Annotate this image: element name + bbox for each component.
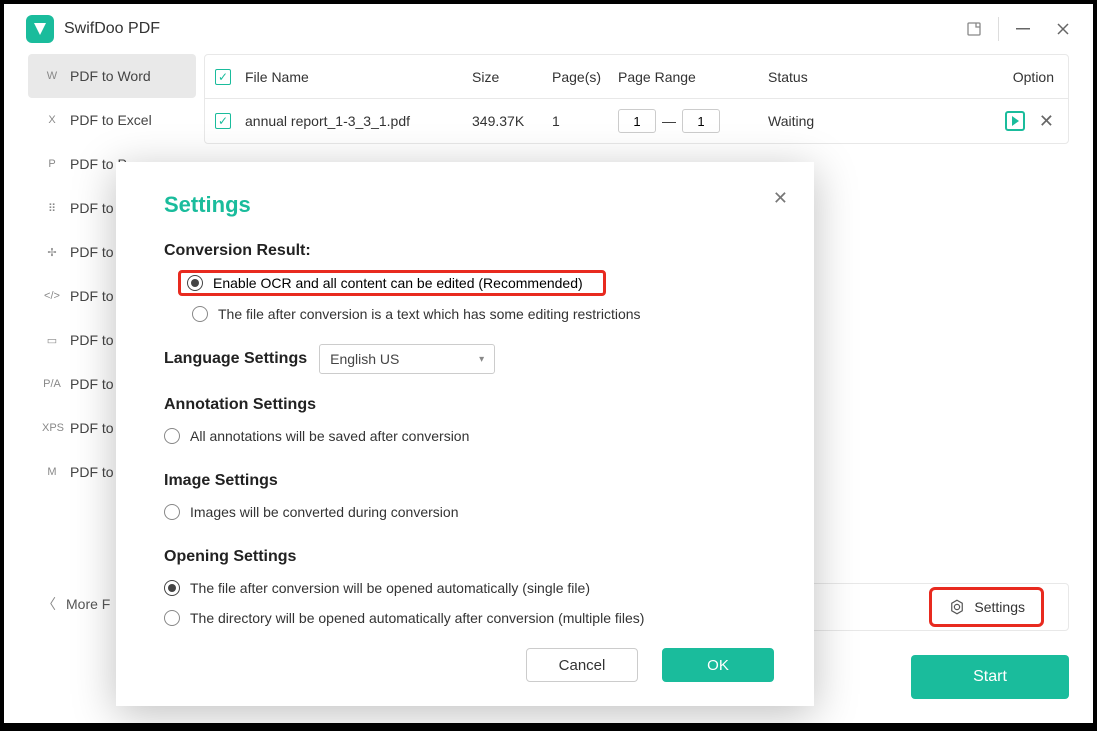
- format-icon: W: [42, 70, 62, 82]
- image-option[interactable]: Images will be converted during conversi…: [164, 500, 766, 524]
- more-label: More F: [66, 596, 110, 612]
- select-all-checkbox[interactable]: ✓: [215, 69, 231, 85]
- header-option: Option: [978, 69, 1068, 85]
- annotation-heading: Annotation Settings: [164, 396, 766, 414]
- header-range: Page Range: [618, 69, 748, 85]
- option-label: Enable OCR and all content can be edited…: [213, 275, 583, 291]
- header-status: Status: [748, 69, 978, 85]
- radio-icon: [164, 428, 180, 444]
- radio-icon: [164, 504, 180, 520]
- format-icon: X: [42, 114, 62, 126]
- chevron-down-icon: ▾: [479, 354, 484, 365]
- dialog-title: Settings: [164, 192, 766, 218]
- range-dash: —: [662, 113, 676, 129]
- conversion-option-text[interactable]: The file after conversion is a text whic…: [184, 302, 766, 326]
- radio-icon: [192, 306, 208, 322]
- opening-option-multiple[interactable]: The directory will be opened automatical…: [164, 606, 766, 630]
- dialog-footer: Cancel OK: [526, 648, 774, 682]
- settings-highlight: Settings: [929, 587, 1044, 627]
- radio-icon: [164, 580, 180, 596]
- conversion-heading: Conversion Result:: [164, 242, 766, 260]
- file-table: ✓ File Name Size Page(s) Page Range Stat…: [204, 54, 1069, 144]
- app-window: SwifDoo PDF W PDF to Word X PDF to Excel P…: [4, 4, 1093, 723]
- minimize-icon[interactable]: [1003, 9, 1043, 49]
- opening-heading: Opening Settings: [164, 548, 766, 566]
- settings-label: Settings: [974, 599, 1025, 615]
- radio-icon: [164, 610, 180, 626]
- window-extra-icon[interactable]: [954, 9, 994, 49]
- header-name: File Name: [241, 69, 472, 85]
- language-heading: Language Settings: [164, 350, 307, 368]
- range-to-input[interactable]: [682, 109, 720, 133]
- gear-icon: [948, 598, 966, 616]
- ocr-highlight: Enable OCR and all content can be edited…: [178, 270, 606, 296]
- format-icon: P/A: [42, 378, 62, 390]
- close-icon[interactable]: [1043, 9, 1083, 49]
- dialog-close-icon[interactable]: ✕: [773, 188, 788, 209]
- start-button[interactable]: Start: [911, 655, 1069, 699]
- convert-icon[interactable]: [1005, 111, 1025, 131]
- option-label: The file after conversion will be opened…: [190, 580, 590, 596]
- row-size: 349.37K: [472, 113, 552, 129]
- app-logo-icon: [26, 15, 54, 43]
- language-value: English US: [330, 351, 399, 367]
- radio-icon: [187, 275, 203, 291]
- titlebar: SwifDoo PDF: [4, 4, 1093, 54]
- option-label: Images will be converted during conversi…: [190, 504, 458, 520]
- format-icon: XPS: [42, 422, 62, 434]
- sidebar-item-label: PDF to Word: [70, 68, 151, 84]
- header-pages: Page(s): [552, 69, 618, 85]
- table-header: ✓ File Name Size Page(s) Page Range Stat…: [205, 55, 1068, 99]
- row-checkbox[interactable]: ✓: [215, 113, 231, 129]
- row-filename: annual report_1-3_3_1.pdf: [241, 113, 472, 129]
- format-icon: </>: [42, 290, 62, 302]
- language-select[interactable]: English US ▾: [319, 344, 495, 374]
- remove-icon[interactable]: ✕: [1039, 111, 1054, 132]
- settings-button[interactable]: Settings: [948, 598, 1025, 616]
- row-pages: 1: [552, 113, 618, 129]
- option-label: The directory will be opened automatical…: [190, 610, 644, 626]
- app-title: SwifDoo PDF: [64, 20, 160, 38]
- format-icon: P: [42, 158, 62, 170]
- settings-dialog: ✕ Settings Conversion Result: Enable OCR…: [116, 162, 814, 706]
- separator: [998, 17, 999, 41]
- table-row: ✓ annual report_1-3_3_1.pdf 349.37K 1 — …: [205, 99, 1068, 143]
- range-from-input[interactable]: [618, 109, 656, 133]
- header-size: Size: [472, 69, 552, 85]
- format-icon: ▭: [42, 334, 62, 347]
- row-status: Waiting: [748, 113, 978, 129]
- opening-option-single[interactable]: The file after conversion will be opened…: [164, 576, 766, 600]
- sidebar-item-pdf-to-word[interactable]: W PDF to Word: [28, 54, 196, 98]
- ok-button[interactable]: OK: [662, 648, 774, 682]
- conversion-option-ocr[interactable]: Enable OCR and all content can be edited…: [187, 275, 583, 291]
- option-label: The file after conversion is a text whic…: [218, 306, 641, 322]
- sidebar-item-label: PDF to I: [70, 200, 121, 216]
- format-icon: M: [42, 466, 62, 478]
- format-icon: ⠿: [42, 202, 62, 215]
- chevron-left-icon: 〈: [42, 594, 56, 614]
- cancel-button[interactable]: Cancel: [526, 648, 638, 682]
- annotation-option[interactable]: All annotations will be saved after conv…: [164, 424, 766, 448]
- option-label: All annotations will be saved after conv…: [190, 428, 469, 444]
- format-icon: ✢: [42, 246, 62, 259]
- sidebar-item-pdf-to-excel[interactable]: X PDF to Excel: [28, 98, 196, 142]
- sidebar-item-label: PDF to Excel: [70, 112, 152, 128]
- image-heading: Image Settings: [164, 472, 766, 490]
